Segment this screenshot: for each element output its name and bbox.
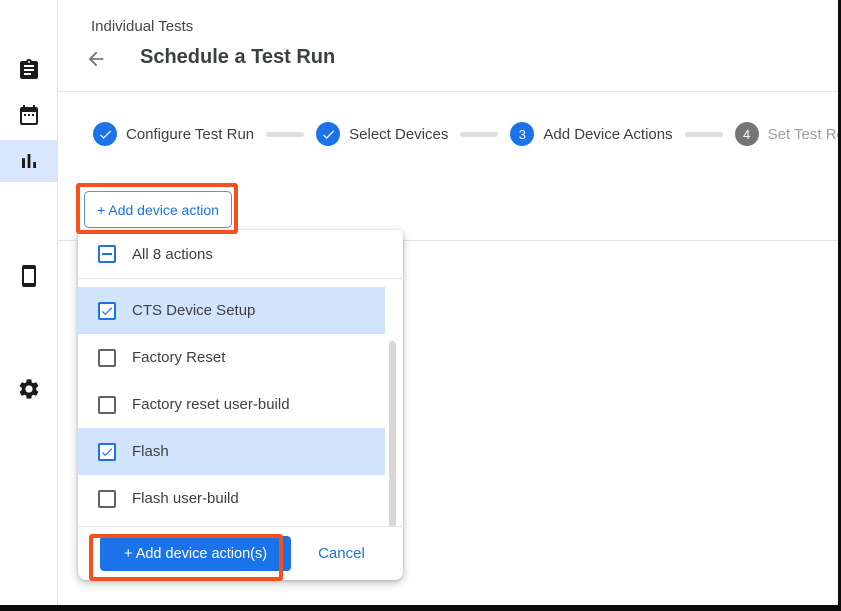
cancel-link[interactable]: Cancel [318,545,365,562]
step-select-devices[interactable]: Select Devices [316,122,448,146]
sidebar-item-devices[interactable] [0,255,57,297]
sidebar-item-test-suites[interactable] [0,49,57,91]
arrow-back-icon [85,48,107,70]
confirm-add-device-actions-button[interactable]: + Add device action(s) [100,536,291,571]
option-label: Flash [132,443,169,460]
dropdown-footer: + Add device action(s) Cancel [78,527,403,580]
check-icon [93,122,117,146]
step-connector [266,132,304,137]
option-label: Factory Reset [132,349,225,366]
sidebar-item-test-plans[interactable] [0,94,57,136]
indeterminate-dash-icon [102,253,112,255]
option-label: Flash user-build [132,490,239,507]
clipboard-icon [17,58,41,82]
step-connector [685,132,723,137]
unchecked-checkbox[interactable] [98,490,116,508]
select-all-label: All 8 actions [132,246,213,263]
check-icon [316,122,340,146]
checked-checkbox[interactable] [98,443,116,461]
scrollbar-thumb[interactable] [389,341,396,526]
list-item-flash[interactable]: Flash [78,428,385,475]
step-add-device-actions[interactable]: 3 Add Device Actions [510,122,672,146]
step-label: Select Devices [349,126,448,143]
step-configure-test-run[interactable]: Configure Test Run [93,122,254,146]
device-actions-dropdown: All 8 actions CTS Device Setup Factory R… [78,230,403,580]
add-device-action-button[interactable]: + Add device action [84,191,232,228]
step-connector [460,132,498,137]
checked-checkbox[interactable] [98,302,116,320]
checkmark-icon [100,445,114,459]
step-label: Add Device Actions [543,126,672,143]
sidebar-item-test-results[interactable] [0,140,57,182]
header-divider [58,91,838,92]
step-label: Configure Test Run [126,126,254,143]
sidebar [0,0,58,605]
unchecked-checkbox[interactable] [98,396,116,414]
breadcrumb: Individual Tests [91,18,193,35]
option-label: CTS Device Setup [132,302,255,319]
step-number-badge: 3 [510,122,534,146]
back-button[interactable] [85,48,107,70]
option-label: Factory reset user-build [132,396,290,413]
page-title: Schedule a Test Run [140,46,335,69]
list-item-factory-reset-user-build[interactable]: Factory reset user-build [78,381,385,428]
stepper: Configure Test Run Select Devices 3 Add … [93,122,841,146]
step-set-test-resources[interactable]: 4 Set Test Resources [735,122,841,146]
sidebar-item-settings[interactable] [0,368,57,410]
indeterminate-checkbox[interactable] [98,245,116,263]
list-item-flash-user-build[interactable]: Flash user-build [78,475,385,522]
step-number-badge: 4 [735,122,759,146]
bar-chart-icon [17,149,41,173]
gear-icon [17,377,41,401]
smartphone-icon [17,264,41,288]
list-item-factory-reset[interactable]: Factory Reset [78,334,385,381]
step-label: Set Test Resources [768,126,841,143]
unchecked-checkbox[interactable] [98,349,116,367]
device-action-list: CTS Device Setup Factory Reset Factory r… [78,279,403,526]
calendar-icon [17,103,41,127]
select-all-row[interactable]: All 8 actions [78,230,403,278]
checkmark-icon [100,304,114,318]
list-item-cts-device-setup[interactable]: CTS Device Setup [78,287,385,334]
app-window: Individual Tests Schedule a Test Run Con… [0,0,841,611]
